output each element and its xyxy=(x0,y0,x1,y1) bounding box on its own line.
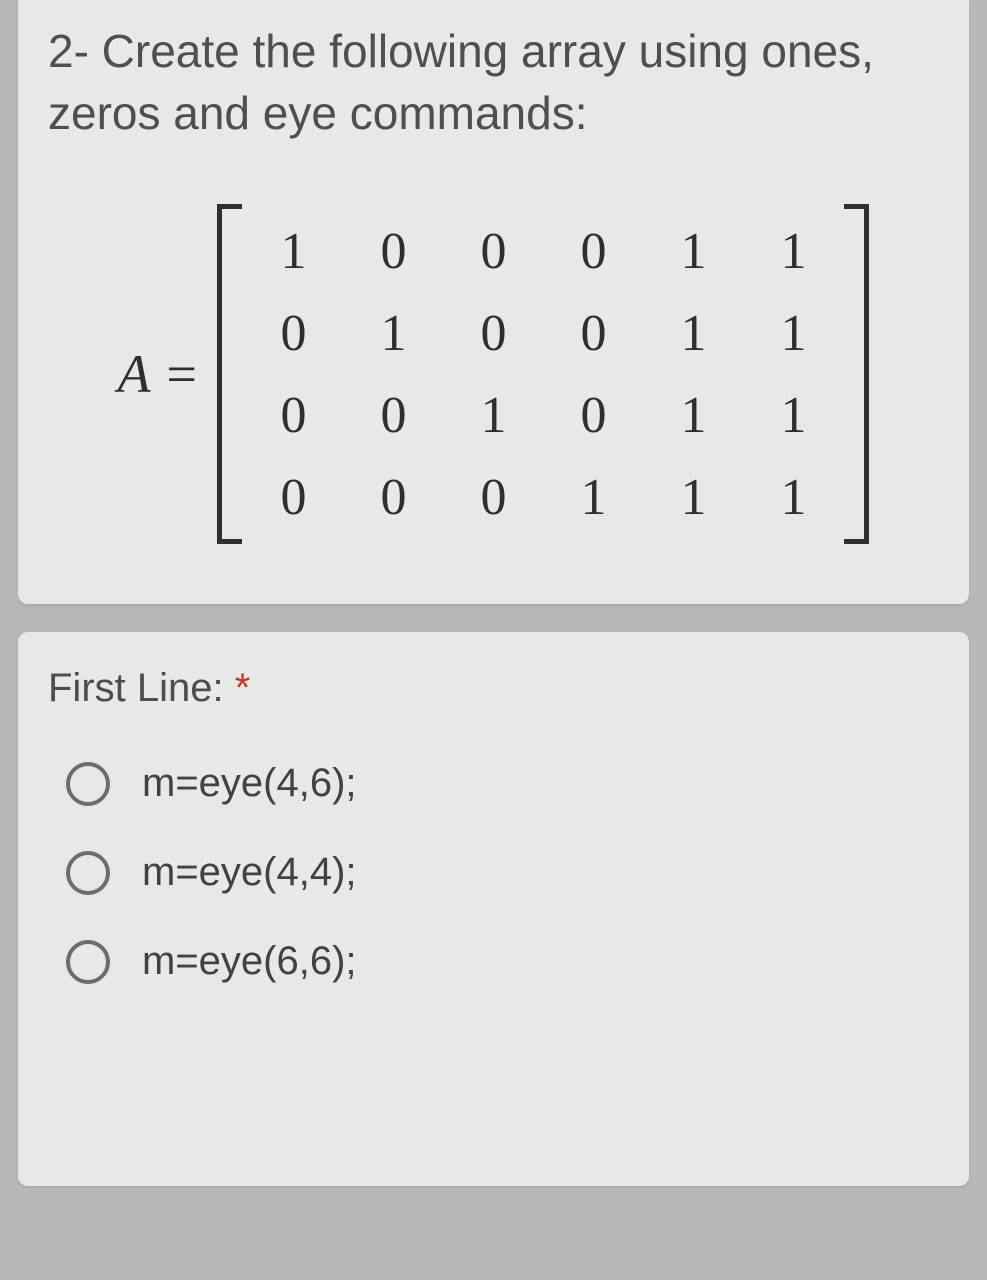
matrix-cell: 1 xyxy=(743,456,843,538)
matrix-cell: 0 xyxy=(443,210,543,292)
matrix-table: 1 0 0 0 1 1 0 1 0 0 1 1 0 0 xyxy=(243,210,843,538)
bracket-right-icon xyxy=(844,204,869,544)
radio-option[interactable]: m=eye(4,6); xyxy=(66,761,939,806)
radio-option[interactable]: m=eye(6,6); xyxy=(66,939,939,984)
matrix-cell: 1 xyxy=(643,374,743,456)
question-card: 2- Create the following array using ones… xyxy=(18,0,969,604)
answer-label: First Line: * xyxy=(48,666,939,711)
matrix-cell: 0 xyxy=(243,374,343,456)
matrix-cell: 0 xyxy=(543,210,643,292)
matrix-cell: 0 xyxy=(543,292,643,374)
matrix-cell: 1 xyxy=(243,210,343,292)
option-text: m=eye(4,4); xyxy=(142,850,357,895)
radio-icon[interactable] xyxy=(66,851,110,895)
matrix-cell: 0 xyxy=(243,292,343,374)
question-prompt: 2- Create the following array using ones… xyxy=(48,20,939,144)
matrix-row: 0 0 0 1 1 1 xyxy=(243,456,843,538)
matrix-cell: 1 xyxy=(643,210,743,292)
matrix-row: 0 1 0 0 1 1 xyxy=(243,292,843,374)
matrix-cell: 1 xyxy=(443,374,543,456)
answer-label-text: First Line: xyxy=(48,666,224,710)
answer-card: First Line: * m=eye(4,6); m=eye(4,4); m=… xyxy=(18,632,969,1186)
matrix-cell: 1 xyxy=(643,456,743,538)
matrix-cell: 1 xyxy=(343,292,443,374)
matrix-cell: 1 xyxy=(543,456,643,538)
radio-option[interactable]: m=eye(4,4); xyxy=(66,850,939,895)
matrix-equation: A = 1 0 0 0 1 1 0 1 0 0 1 1 xyxy=(48,204,939,544)
matrix-cell: 1 xyxy=(743,374,843,456)
required-mark: * xyxy=(235,666,251,710)
option-text: m=eye(4,6); xyxy=(142,761,357,806)
matrix-row: 0 0 1 0 1 1 xyxy=(243,374,843,456)
matrix-body: 1 0 0 0 1 1 0 1 0 0 1 1 0 0 xyxy=(217,204,869,544)
matrix-cell: 0 xyxy=(243,456,343,538)
option-text: m=eye(6,6); xyxy=(142,939,357,984)
matrix-label: A = xyxy=(118,343,200,405)
matrix-cell: 0 xyxy=(343,456,443,538)
matrix-cell: 0 xyxy=(343,210,443,292)
radio-icon[interactable] xyxy=(66,762,110,806)
matrix-cell: 0 xyxy=(443,292,543,374)
matrix-cell: 0 xyxy=(443,456,543,538)
matrix-cell: 0 xyxy=(543,374,643,456)
radio-icon[interactable] xyxy=(66,940,110,984)
matrix-cell: 1 xyxy=(743,292,843,374)
matrix-cell: 0 xyxy=(343,374,443,456)
matrix-row: 1 0 0 0 1 1 xyxy=(243,210,843,292)
matrix-cell: 1 xyxy=(643,292,743,374)
bracket-left-icon xyxy=(217,204,242,544)
matrix-cell: 1 xyxy=(743,210,843,292)
